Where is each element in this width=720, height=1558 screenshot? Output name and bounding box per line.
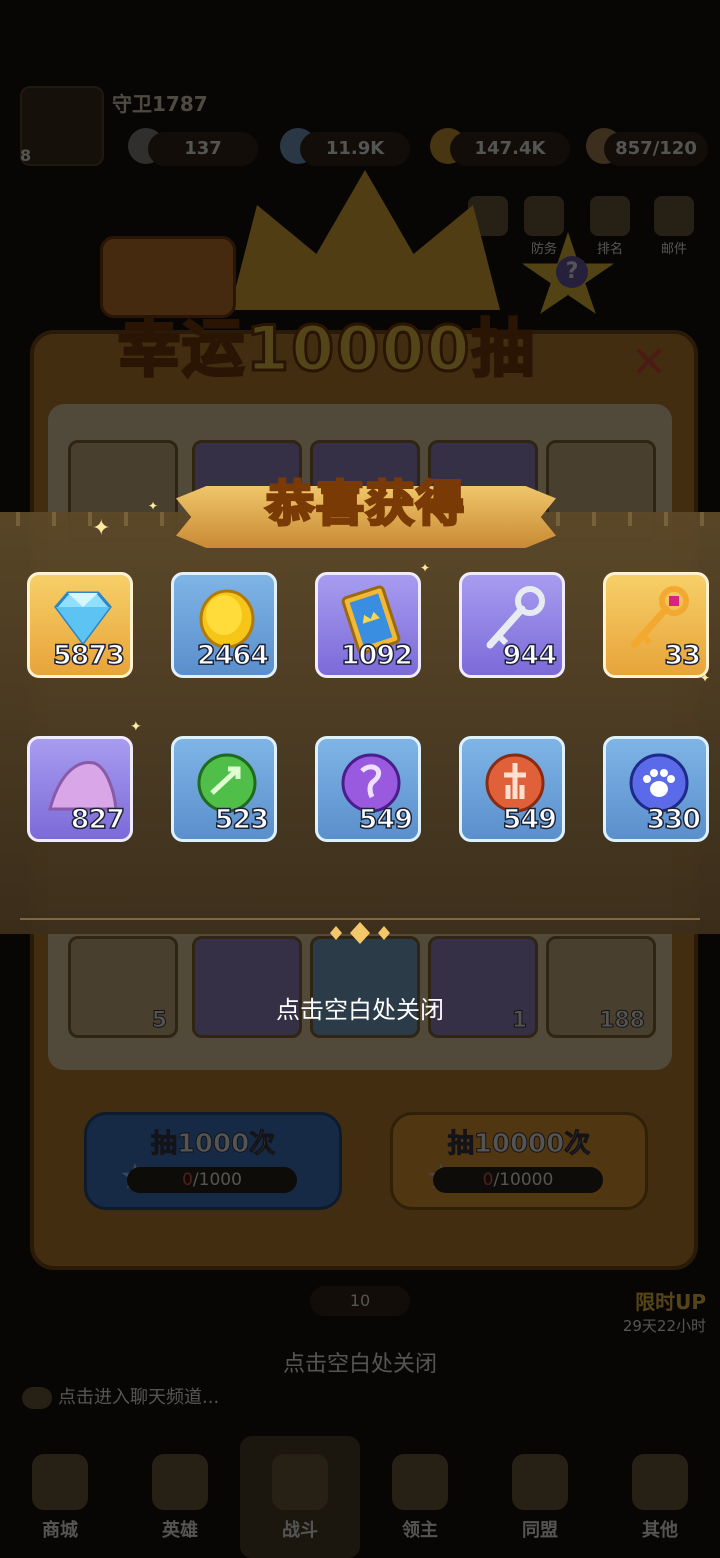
reward-quantity: 549 [358,803,414,836]
reward-quantity: 523 [214,803,270,836]
sparkle-icon: ✦ [92,516,111,541]
reward-quantity: 827 [70,803,126,836]
reward-item: 549 [315,736,421,842]
reward-item: 330 [603,736,709,842]
reward-title: 恭喜获得 [264,475,466,534]
reward-quantity: 2464 [196,639,270,672]
reward-quantity: 330 [646,803,702,836]
diamond-ornament-icon [330,922,390,944]
reward-item: 1092 [315,572,421,678]
screen[interactable]: 守卫1787 8 137 11.9K 147.4K 857/120 防务 排名 … [0,0,720,1558]
reward-item: 549 [459,736,565,842]
reward-quantity: 5873 [52,639,126,672]
close-hint: 点击空白处关闭 [276,996,444,1024]
sparkle-icon: ✦ [420,561,431,575]
reward-item: 5873 [27,572,133,678]
reward-quantity: 944 [502,639,558,672]
sparkle-icon: ✦ [130,719,142,735]
reward-item: 33 [603,572,709,678]
reward-item: 944 [459,572,565,678]
reward-item: 523 [171,736,277,842]
reward-item: 2464 [171,572,277,678]
reward-quantity: 549 [502,803,558,836]
sparkle-icon: ✦ [148,499,159,513]
reward-quantity: 33 [664,639,702,672]
reward-item: 827 [27,736,133,842]
reward-quantity: 1092 [340,639,414,672]
